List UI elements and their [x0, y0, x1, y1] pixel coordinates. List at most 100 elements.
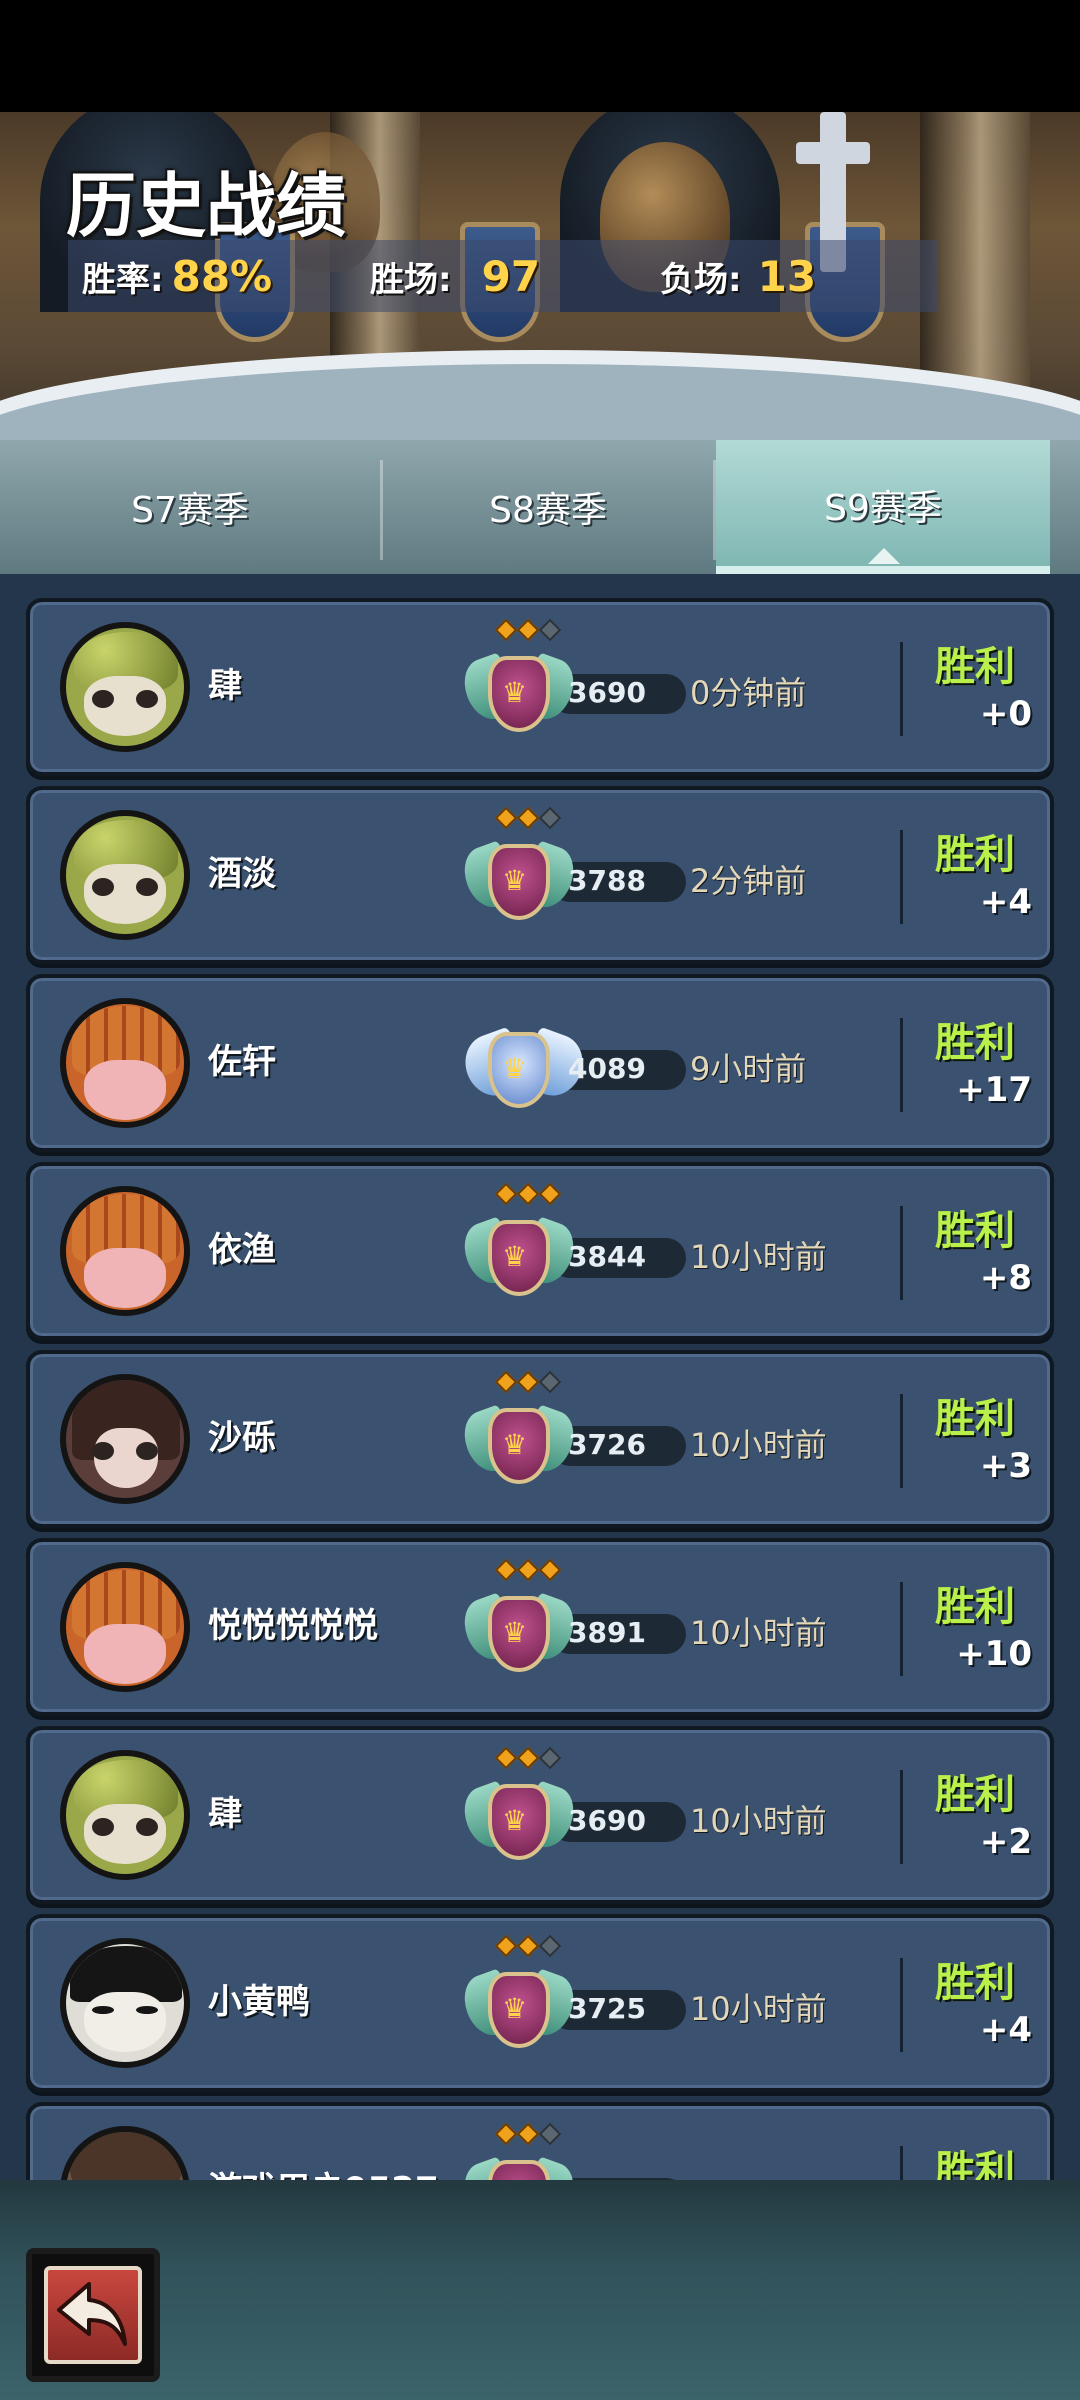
- match-result: 胜利: [935, 2148, 1015, 2180]
- avatar-hat: [70, 2132, 182, 2180]
- pumpkin-avatar[interactable]: [60, 1186, 190, 1316]
- row-separator: [900, 1394, 903, 1488]
- active-tab-caret: [868, 548, 900, 564]
- match-row[interactable]: 依渔 ♛ 3844 10小时前 胜利 +8: [26, 1162, 1054, 1340]
- rank-stars: [494, 1370, 562, 1394]
- crown-icon: ♛: [502, 1616, 528, 1649]
- match-row[interactable]: 小黄鸭 ♛ 3725 10小时前 胜利 +4: [26, 1914, 1054, 2092]
- match-row[interactable]: 酒淡 ♛ 3788 2分钟前 胜利 +4: [26, 786, 1054, 964]
- match-row[interactable]: 肆 ♛ 3690 10小时前 胜利 +2: [26, 1726, 1054, 1904]
- rank-score: 3726: [568, 1428, 646, 1461]
- losses-value: 13: [757, 251, 817, 301]
- match-time: 10小时前: [690, 2172, 930, 2180]
- rank-badge: ♛3747: [450, 2122, 700, 2180]
- tab-s8[interactable]: S8赛季: [383, 440, 713, 574]
- score-delta: +2: [979, 1822, 1032, 1862]
- rank-badge: ♛ 3788: [450, 806, 700, 940]
- rank-stars: [494, 1746, 562, 1770]
- losses-stat: 负场: 13: [660, 252, 816, 301]
- losses-label: 负场:: [660, 259, 742, 300]
- avatar-eyes: [92, 2006, 158, 2026]
- row-separator: [900, 1582, 903, 1676]
- rank-star-icon: [538, 1370, 562, 1394]
- row-separator: [900, 2146, 903, 2180]
- rank-score: 3725: [568, 1992, 646, 2025]
- rank-stars: [494, 1558, 562, 1582]
- season-tabs: S7赛季 S8赛季 S9赛季: [0, 440, 1080, 574]
- rank-badge: ♛ 3726: [450, 1370, 700, 1504]
- player-name: 沙砾: [208, 1418, 276, 1458]
- rank-star-icon: [516, 1558, 540, 1582]
- rank-star-icon: [538, 618, 562, 642]
- rank-badge: ♛ 3891: [450, 1558, 700, 1692]
- rank-stars: [494, 1934, 562, 1958]
- rank-star-icon: [516, 1746, 540, 1770]
- match-history-list[interactable]: 肆 ♛ 3690 0分钟前 胜利 +0 酒淡 ♛ 3788 2分钟前 胜利 +4 佐轩 ♛ 4089 9小时前…: [0, 574, 1080, 2180]
- row-separator: [900, 1958, 903, 2052]
- raccoon-avatar[interactable]: [60, 1750, 190, 1880]
- active-tab-underline: [716, 566, 1050, 574]
- rank-star-icon: [516, 1934, 540, 1958]
- score-delta: +0: [979, 694, 1032, 734]
- tab-s7[interactable]: S7赛季: [0, 440, 380, 574]
- rank-star-icon: [516, 1182, 540, 1206]
- footer-bar: [0, 2180, 1080, 2400]
- rank-star-icon: [538, 1934, 562, 1958]
- win-rate-value: 88%: [171, 251, 273, 301]
- rank-star-icon: [538, 1182, 562, 1206]
- rank-badge: ♛ 3690: [450, 1746, 700, 1880]
- row-separator: [900, 642, 903, 736]
- rank-star-icon: [494, 1370, 518, 1394]
- match-row[interactable]: 悦悦悦悦悦 ♛ 3891 10小时前 胜利 +10: [26, 1538, 1054, 1716]
- rank-stars: [494, 806, 562, 830]
- match-row[interactable]: 沙砾 ♛ 3726 10小时前 胜利 +3: [26, 1350, 1054, 1528]
- rank-star-icon: [516, 618, 540, 642]
- match-row[interactable]: 肆 ♛ 3690 0分钟前 胜利 +0: [26, 598, 1054, 776]
- row-separator: [900, 1206, 903, 1300]
- rank-stars: [494, 618, 562, 642]
- ninja-avatar[interactable]: [60, 1938, 190, 2068]
- rank-stars: [494, 2122, 562, 2146]
- wins-label: 胜场:: [370, 259, 452, 300]
- player-name: 悦悦悦悦悦: [208, 1606, 378, 1646]
- rank-star-icon: [538, 1746, 562, 1770]
- avatar-face: [84, 1624, 166, 1684]
- player-name: 小黄鸭: [208, 1982, 310, 2022]
- player-name: 肆: [208, 666, 242, 706]
- status-bar: [0, 0, 1080, 112]
- rank-star-icon: [516, 806, 540, 830]
- player-name: 酒淡: [208, 854, 276, 894]
- row-separator: [900, 830, 903, 924]
- pumpkin-avatar[interactable]: [60, 1562, 190, 1692]
- crown-icon: ♛: [502, 1428, 528, 1461]
- match-result: 胜利: [935, 1584, 1015, 1630]
- match-result: 胜利: [935, 1208, 1015, 1254]
- pumpkin-avatar[interactable]: [60, 998, 190, 1128]
- cat-avatar[interactable]: [60, 1374, 190, 1504]
- avatar-face: [84, 1060, 166, 1120]
- crown-icon: ♛: [502, 1240, 528, 1273]
- rank-star-icon: [494, 1934, 518, 1958]
- crown-icon: ♛: [502, 676, 528, 709]
- match-row[interactable]: 游戏用户9527♛374710小时前胜利+5: [26, 2102, 1054, 2180]
- match-result: 胜利: [935, 1772, 1015, 1818]
- rank-badge: ♛ 3844: [450, 1182, 700, 1316]
- raccoon-avatar[interactable]: [60, 622, 190, 752]
- rank-score: 3690: [568, 676, 646, 709]
- back-button[interactable]: [26, 2248, 160, 2382]
- score-delta: +3: [979, 1446, 1032, 1486]
- rank-badge: ♛ 3690: [450, 618, 700, 752]
- crown-icon: ♛: [502, 864, 528, 897]
- player-name: 依渔: [208, 1230, 276, 1270]
- raccoon-avatar[interactable]: [60, 810, 190, 940]
- match-row[interactable]: 佐轩 ♛ 4089 9小时前 胜利 +17: [26, 974, 1054, 1152]
- avatar-eyes: [92, 690, 158, 710]
- match-time: 10小时前: [690, 1802, 827, 1840]
- stats-bar: 胜率: 88% 胜场: 97 负场: 13: [68, 240, 938, 312]
- rank-star-icon: [516, 1370, 540, 1394]
- score-delta: +8: [979, 1258, 1032, 1298]
- page-title: 历史战绩: [66, 165, 346, 247]
- ape-avatar[interactable]: [60, 2126, 190, 2180]
- match-time: 10小时前: [690, 1614, 827, 1652]
- match-time: 10小时前: [690, 1990, 827, 2028]
